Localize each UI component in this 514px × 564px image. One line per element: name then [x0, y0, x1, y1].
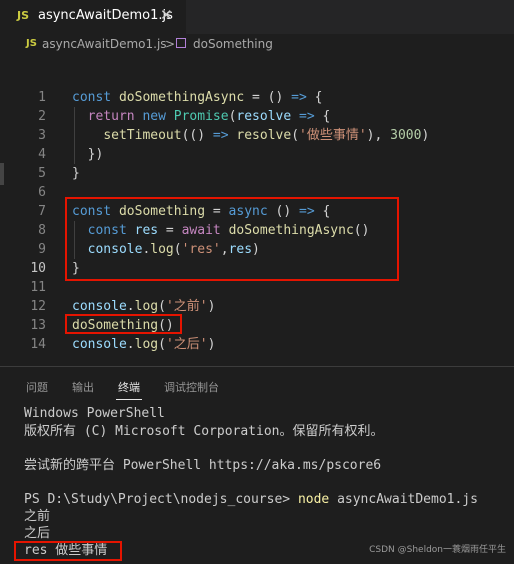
tab-terminal[interactable]: 终端 — [118, 379, 140, 395]
line-number: 1 — [38, 90, 46, 105]
javascript-file-icon: JS — [26, 38, 37, 49]
active-tab-indicator — [116, 399, 142, 400]
terminal-prompt: PS D:\Study\Project\nodejs_course> — [24, 492, 298, 507]
code-line: 5 } — [0, 164, 514, 183]
tab-filename: asyncAwaitDemo1.js — [38, 8, 173, 23]
line-number: 11 — [30, 280, 46, 295]
close-icon[interactable]: ✕ — [160, 6, 173, 24]
line-number: 14 — [30, 337, 46, 352]
terminal-line: 版权所有 (C) Microsoft Corporation。保留所有权利。 — [24, 424, 384, 439]
code-line: 14 console.log('之后') — [0, 335, 514, 354]
highlight-box-function — [65, 197, 399, 281]
line-number: 9 — [38, 242, 46, 257]
line-number: 12 — [30, 299, 46, 314]
line-number: 8 — [38, 223, 46, 238]
line-number: 2 — [38, 109, 46, 124]
code-line: 4 }) — [0, 145, 514, 164]
highlight-box-output — [14, 541, 122, 561]
terminal-prompt-line: PS D:\Study\Project\nodejs_course> node … — [24, 491, 478, 508]
line-number: 7 — [38, 204, 46, 219]
line-number: 3 — [38, 128, 46, 143]
cube-icon — [176, 38, 186, 48]
javascript-file-icon: JS — [17, 9, 30, 22]
terminal-line: Windows PowerShell — [24, 406, 165, 421]
line-number: 4 — [38, 147, 46, 162]
highlight-box-call — [65, 314, 182, 334]
line-number: 5 — [38, 166, 46, 181]
breadcrumb-symbol[interactable]: doSomething — [193, 37, 273, 51]
tab-debug-console[interactable]: 调试控制台 — [164, 379, 219, 395]
tab-output[interactable]: 输出 — [72, 379, 94, 395]
code-line: 3 setTimeout(() => resolve('做些事情'), 3000… — [0, 126, 514, 145]
terminal-argument: asyncAwaitDemo1.js — [329, 492, 478, 507]
line-number: 13 — [30, 318, 46, 333]
breadcrumb-file[interactable]: asyncAwaitDemo1.js — [42, 37, 167, 51]
tab-bar: JS asyncAwaitDemo1.js ✕ — [0, 0, 514, 34]
terminal-line: 尝试新的跨平台 PowerShell https://aka.ms/pscore… — [24, 458, 382, 473]
terminal-output: 之后 — [24, 526, 51, 541]
line-number: 6 — [38, 185, 46, 200]
tab-problems[interactable]: 问题 — [26, 379, 48, 395]
terminal-command: node — [297, 492, 330, 507]
editor-tab[interactable]: JS asyncAwaitDemo1.js ✕ — [0, 0, 186, 34]
line-number: 10 — [30, 261, 46, 276]
breadcrumb: JS asyncAwaitDemo1.js > doSomething — [0, 34, 514, 56]
terminal-output: 之前 — [24, 509, 51, 524]
watermark: CSDN @Sheldon一蓑烟雨任平生 — [369, 545, 506, 555]
breadcrumb-separator: > — [165, 37, 176, 51]
code-line: 1 const doSomethingAsync = () => { — [0, 88, 514, 107]
code-line: 2 return new Promise(resolve => { — [0, 107, 514, 126]
